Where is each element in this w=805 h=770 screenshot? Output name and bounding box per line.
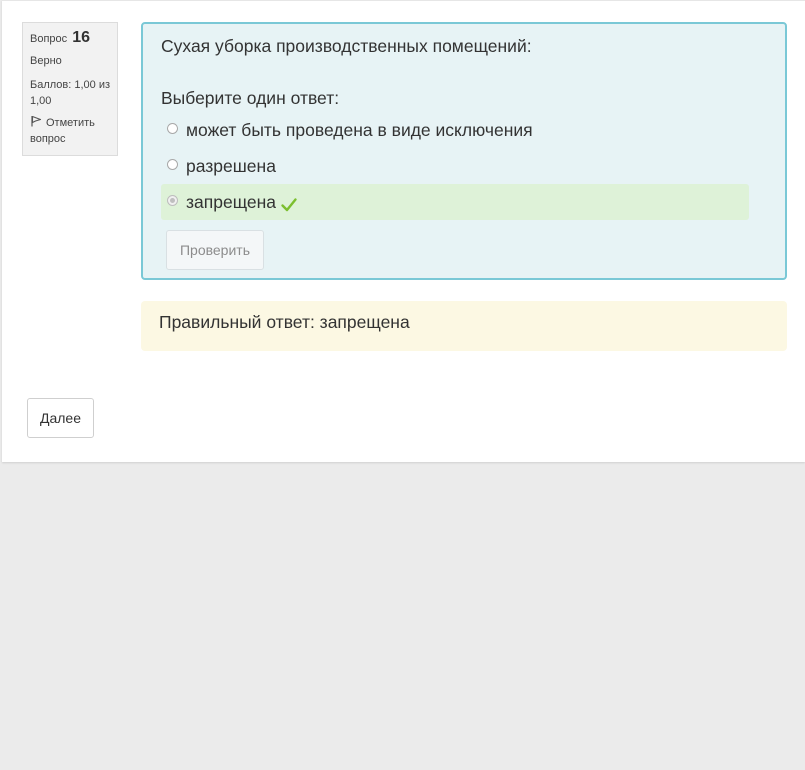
- answer-prompt: Выберите один ответ:: [161, 88, 340, 108]
- answer-option-2[interactable]: разрешена: [161, 148, 749, 184]
- question-number-label: Вопрос: [30, 33, 68, 45]
- flag-icon: [31, 115, 42, 127]
- next-button[interactable]: Далее: [27, 398, 94, 438]
- answer-option-1[interactable]: может быть проведена в виде исключения: [161, 112, 749, 148]
- page-content: Вопрос 16 Верно Баллов: 1,00 из 1,00 Отм…: [2, 0, 805, 462]
- answer-label-row: запрещена: [186, 191, 298, 214]
- question-number-value: 16: [72, 29, 91, 46]
- answer-label: может быть проведена в виде исключения: [186, 120, 533, 140]
- answer-radio[interactable]: [167, 159, 178, 170]
- answer-radio-selected[interactable]: [167, 195, 178, 206]
- answer-radio[interactable]: [167, 123, 178, 134]
- check-button[interactable]: Проверить: [166, 230, 264, 270]
- question-info-panel: Вопрос 16 Верно Баллов: 1,00 из 1,00 Отм…: [22, 22, 118, 156]
- answer-label: запрещена: [186, 192, 277, 212]
- question-formulation: Сухая уборка производственных помещений:…: [141, 22, 787, 280]
- answer-label: разрешена: [186, 156, 276, 176]
- question-number: Вопрос 16: [30, 29, 117, 48]
- question-text: Сухая уборка производственных помещений:: [161, 36, 532, 56]
- answer-option-3-correct[interactable]: запрещена: [161, 184, 749, 220]
- right-answer-feedback: Правильный ответ: запрещена: [141, 301, 787, 351]
- checkmark-icon: [281, 198, 297, 212]
- question-state: Верно: [30, 55, 62, 67]
- question-grade: Баллов: 1,00 из 1,00: [30, 79, 111, 107]
- flag-question-link[interactable]: Отметить вопрос: [30, 115, 117, 147]
